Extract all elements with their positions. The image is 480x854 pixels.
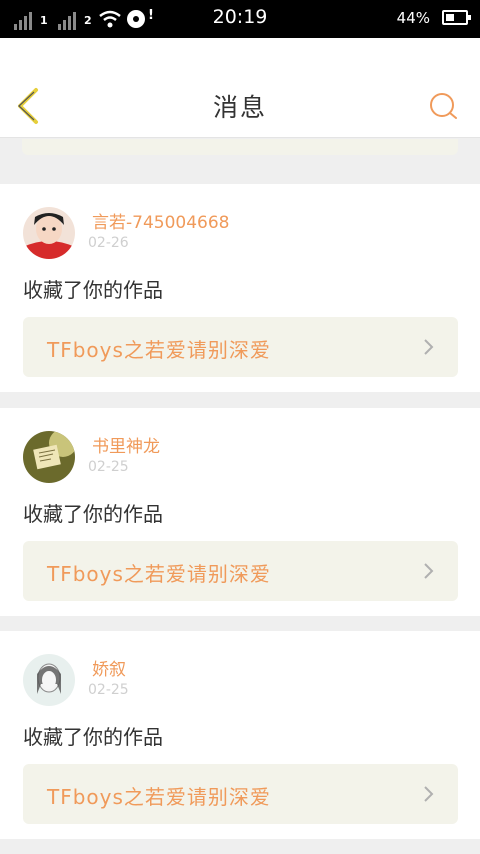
battery-percent: 44%	[396, 9, 430, 27]
battery-icon	[442, 10, 471, 25]
work-title: TFboys之若爱请别深爱	[47, 562, 271, 586]
chevron-right-icon	[424, 563, 434, 579]
work-title: TFboys之若爱请别深爱	[47, 338, 271, 362]
header: 消息	[0, 38, 480, 138]
username[interactable]: 言若-745004668	[92, 208, 229, 233]
message-date: 02-26	[88, 235, 129, 251]
status-bar: 1 2 ! 20:19 44%	[0, 0, 480, 38]
message-card: 言若-745004668 02-26 收藏了你的作品 TFboys之若爱请别深爱	[0, 184, 480, 392]
work-title: TFboys之若爱请别深爱	[47, 785, 271, 809]
message-card: 娇叙 02-25 收藏了你的作品 TFboys之若爱请别深爱	[0, 631, 480, 839]
page-title: 消息	[212, 93, 267, 122]
username[interactable]: 娇叙	[92, 655, 126, 680]
message-card: 书里神龙 02-25 收藏了你的作品 TFboys之若爱请别深爱	[0, 408, 480, 616]
work-link[interactable]: TFboys之若爱请别深爱	[23, 764, 458, 824]
avatar[interactable]	[23, 431, 75, 483]
work-link[interactable]: TFboys之若爱请别深爱	[23, 541, 458, 601]
previous-work-link[interactable]	[22, 139, 458, 155]
avatar[interactable]	[23, 654, 75, 706]
username[interactable]: 书里神龙	[92, 432, 160, 457]
chevron-right-icon	[424, 786, 434, 802]
work-link[interactable]: TFboys之若爱请别深爱	[23, 317, 458, 377]
action-text: 收藏了你的作品	[23, 725, 163, 749]
message-date: 02-25	[88, 682, 129, 698]
message-date: 02-25	[88, 459, 129, 475]
chevron-right-icon	[424, 339, 434, 355]
search-icon[interactable]	[428, 90, 460, 122]
avatar[interactable]	[23, 207, 75, 259]
action-text: 收藏了你的作品	[23, 502, 163, 526]
action-text: 收藏了你的作品	[23, 278, 163, 302]
